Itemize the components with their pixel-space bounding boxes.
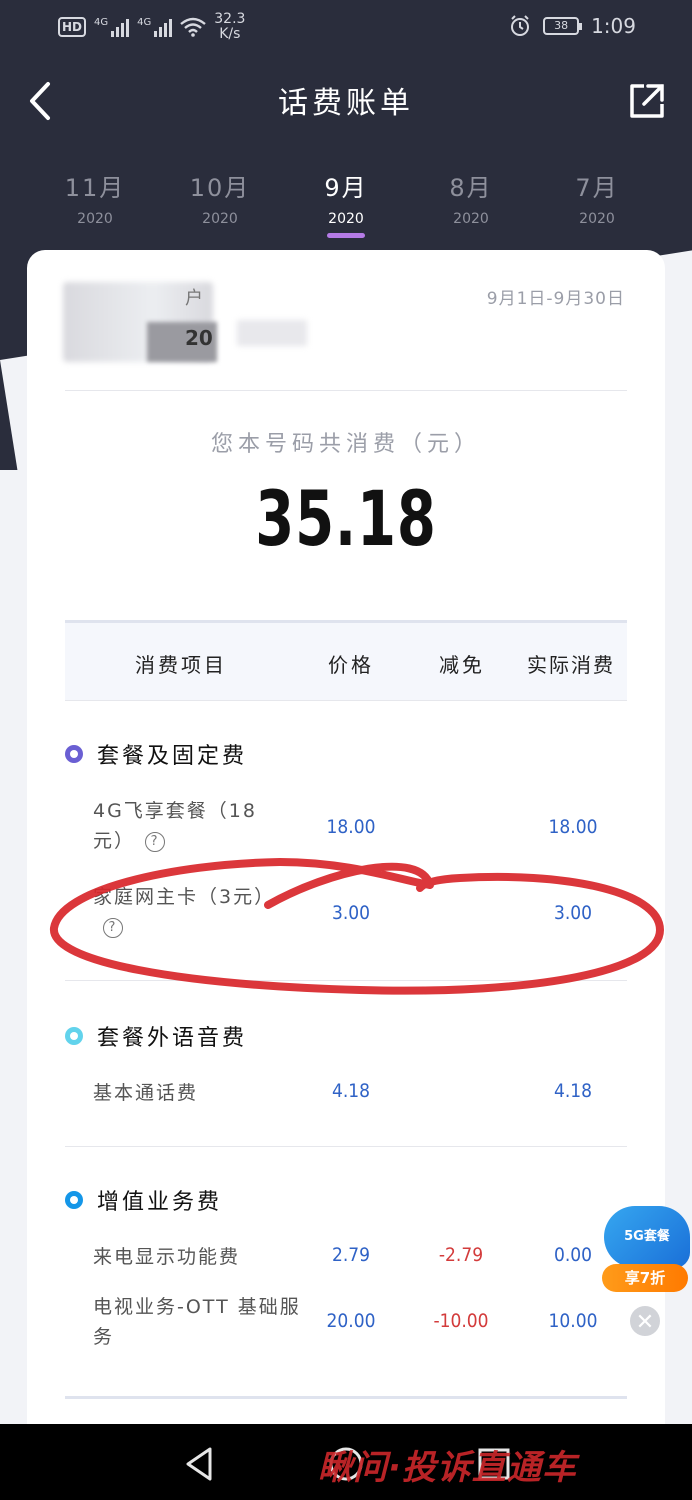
tab-month-label: 11月 [64,174,126,202]
row-actual: 3.00 [553,902,593,924]
row-actual: 4.18 [553,1080,593,1102]
signal-icon-2: 4G [137,17,173,37]
row-price: 3.00 [331,902,371,924]
table-header: 消费项目 价格 减免 实际消费 [65,620,627,700]
account-fragment: 户 [185,288,203,309]
share-icon[interactable] [628,82,666,120]
promo-discount-tag: 享7折 [602,1264,688,1292]
row-price: 20.00 [326,1310,376,1332]
bill-period: 9月1日-9月30日 [486,289,625,309]
tab-month-aug[interactable]: 8月 2020 [411,168,531,227]
row-name: 来电显示功能费 [93,1246,241,1268]
tab-month-nov[interactable]: 11月 2020 [35,168,155,227]
status-time: 1:09 [591,14,636,38]
page-title: 话费账单 [278,86,414,121]
network-speed: 32.3 K/s [214,12,245,42]
row-price: 18.00 [326,816,376,838]
divider [65,700,627,701]
divider [65,980,627,981]
divider [65,1396,627,1399]
row-name: 基本通话费 [93,1082,199,1104]
speed-unit: K/s [219,26,241,42]
tab-month-sep[interactable]: 9月 2020 [286,168,406,238]
row-discount: -2.79 [438,1244,484,1266]
total-label: 您本号码共消费（元） [210,432,481,457]
row-name-text: 4G飞享套餐（18元） [93,800,257,852]
bill-card: 户 20 9月1日-9月30日 您本号码共消费（元） 35.18 消费项目 价格… [27,250,665,1450]
speed-value: 32.3 [214,11,246,27]
row-actual: 18.00 [548,816,598,838]
section-title: 增值业务费 [97,1190,223,1215]
divider [65,1146,627,1147]
row-name: 4G飞享套餐（18元）? [93,796,283,856]
header-discount: 减免 [439,653,485,677]
redacted-account-info [237,320,307,346]
row-price: 2.79 [331,1244,371,1266]
header-item: 消费项目 [135,653,227,677]
row-name: 电视业务-OTT 基础服务 [93,1296,301,1348]
promo-5g-bubble: 5G套餐 [604,1206,690,1268]
nav-back-icon[interactable] [180,1444,220,1484]
row-discount: -10.00 [433,1310,489,1332]
signal-label-2: 4G [137,17,152,28]
section-extra-voice: 套餐外语音费 [65,1020,247,1052]
section-title: 套餐外语音费 [97,1026,248,1051]
section-dot-icon [65,1027,83,1045]
row-name-text: 家庭网主卡（3元） [93,886,276,908]
promo-close-icon[interactable]: ✕ [628,1304,662,1338]
section-title: 套餐及固定费 [97,744,248,769]
tab-month-label: 7月 [575,174,619,202]
status-bar: HD 4G 4G 32.3 K/s 38 1:09 [0,0,692,56]
tab-year-label: 2020 [328,211,364,227]
nav-header: 话费账单 [0,66,692,136]
hd-icon: HD [58,17,87,37]
number-fragment: 20 [185,326,213,350]
section-value-added: 增值业务费 [65,1184,222,1216]
tab-month-jul[interactable]: 7月 2020 [537,168,657,227]
status-left: HD 4G 4G 32.3 K/s [58,12,245,42]
signal-icon-1: 4G [94,17,130,37]
battery-icon: 38 [543,17,583,35]
tab-year-label: 2020 [77,211,113,227]
tab-month-label: 10月 [189,174,251,202]
row-price: 4.18 [331,1080,371,1102]
alarm-icon [511,15,530,36]
tab-month-label: 9月 [324,174,368,202]
tab-year-label: 2020 [579,211,615,227]
watermark-logo: 瞅问·投诉直通车 [318,1448,577,1488]
header-price: 价格 [328,653,374,677]
promo-badge[interactable]: 5G套餐 享7折 [600,1206,692,1296]
active-tab-indicator [327,233,365,238]
tab-month-oct[interactable]: 10月 2020 [160,168,280,227]
total-amount: 35.18 [255,474,437,563]
help-icon[interactable]: ? [145,831,166,852]
month-tabs: 11月 2020 10月 2020 9月 2020 8月 2020 7月 202… [0,168,692,242]
status-right: 38 1:09 [509,14,636,38]
help-icon[interactable]: ? [103,917,123,938]
tab-year-label: 2020 [453,211,489,227]
section-dot-icon [65,745,83,763]
section-dot-icon [65,1191,83,1209]
tab-year-label: 2020 [202,211,238,227]
divider [65,390,627,391]
row-actual: 10.00 [548,1310,598,1332]
tab-month-label: 8月 [449,174,493,202]
header-actual: 实际消费 [527,653,615,677]
signal-label-1: 4G [94,17,109,28]
wifi-icon [180,17,207,37]
row-name: 家庭网主卡（3元）? [93,882,283,942]
section-package-fixed: 套餐及固定费 [65,738,247,770]
